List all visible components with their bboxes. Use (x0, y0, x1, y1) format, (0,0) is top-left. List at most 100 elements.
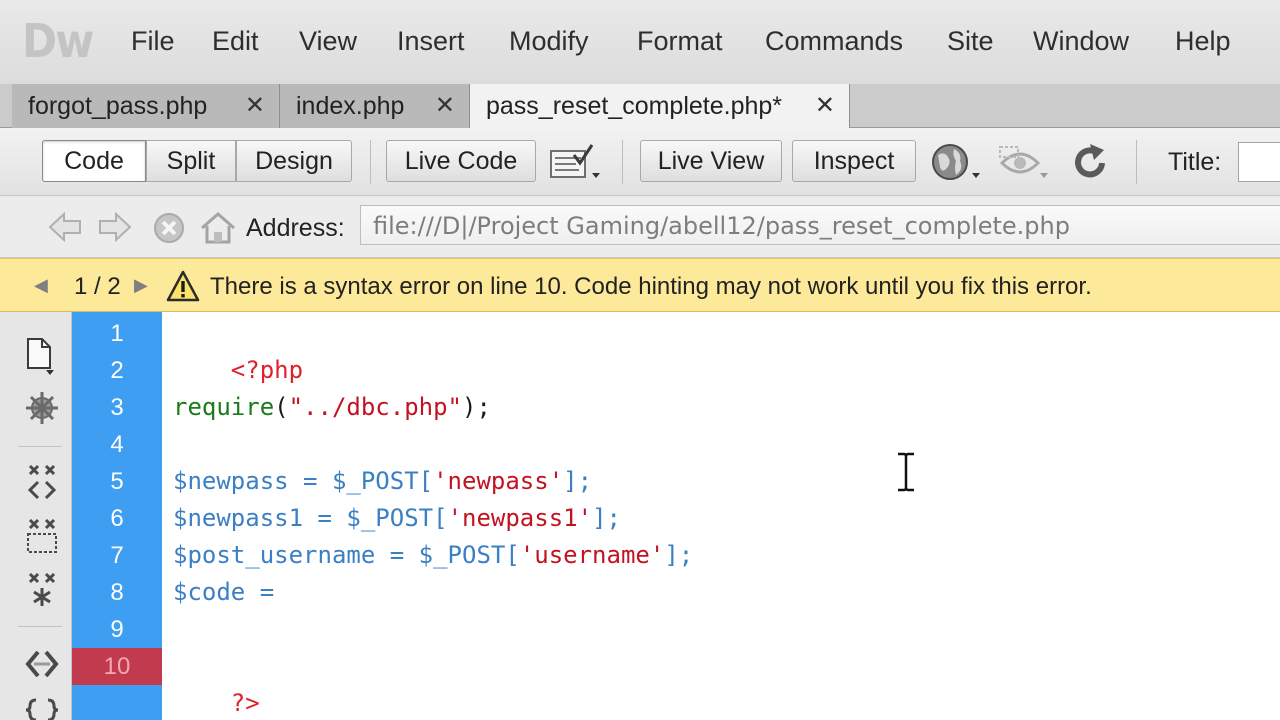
toolbar-divider (370, 140, 371, 184)
code-line-6[interactable]: $newpass1 = $_POST['newpass1']; (173, 500, 621, 537)
toolbar-divider (18, 626, 62, 627)
document-toolbar: Code Split Design Live Code Live View In… (0, 128, 1280, 196)
error-line-number[interactable]: 10 (72, 648, 162, 685)
document-tab-bar: forgot_pass.php ✕ index.php ✕ pass_reset… (0, 84, 1280, 128)
code-line-10[interactable]: ?> (173, 648, 260, 717)
warning-icon (166, 270, 200, 302)
stop-icon[interactable] (152, 212, 186, 244)
code-string: 'newpass1' (447, 504, 593, 532)
menu-file[interactable]: File (131, 26, 175, 57)
balance-braces-icon[interactable] (24, 646, 60, 682)
code-variable: $post_username (173, 541, 376, 569)
line-number[interactable]: 2 (72, 352, 162, 389)
tab-forgot-pass[interactable]: forgot_pass.php ✕ (12, 84, 280, 128)
tab-index[interactable]: index.php ✕ (280, 84, 470, 128)
code-line-8[interactable]: $code = (173, 574, 274, 611)
tab-label: index.php (296, 91, 405, 120)
code-line-3[interactable]: require("../dbc.php"); (173, 389, 491, 426)
inspect-button[interactable]: Inspect (792, 140, 916, 182)
menu-site[interactable]: Site (947, 26, 994, 57)
file-management-icon[interactable] (548, 143, 604, 183)
menu-edit[interactable]: Edit (212, 26, 259, 57)
line-number[interactable]: 6 (72, 500, 162, 537)
close-icon[interactable]: ✕ (245, 91, 265, 120)
line-number[interactable]: 4 (72, 426, 162, 463)
menu-bar: Dw File Edit View Insert Modify Format C… (0, 0, 1280, 84)
menu-insert[interactable]: Insert (397, 26, 465, 57)
error-count: 1 / 2 (74, 273, 121, 300)
line-number[interactable]: 3 (72, 389, 162, 426)
address-field[interactable]: file:///D|/Project Gaming/abell12/pass_r… (360, 205, 1280, 245)
code-line-5[interactable]: $newpass = $_POST['newpass']; (173, 463, 592, 500)
line-number[interactable]: 9 (72, 611, 162, 648)
code-operator: = (288, 467, 332, 495)
previous-error-button[interactable]: ◀ (34, 275, 48, 296)
php-close-tag: ?> (230, 689, 260, 717)
code-bracket: [ (433, 504, 448, 532)
code-bracket: ]; (664, 541, 694, 569)
tab-label: forgot_pass.php (28, 91, 208, 120)
home-icon[interactable] (200, 212, 236, 244)
code-bracket: [ (418, 467, 434, 495)
address-bar: Address: file:///D|/Project Gaming/abell… (0, 196, 1280, 258)
back-icon[interactable] (48, 212, 82, 242)
forward-icon[interactable] (98, 212, 132, 242)
menu-commands[interactable]: Commands (765, 26, 903, 57)
menu-modify[interactable]: Modify (509, 26, 589, 57)
collapse-full-tag-icon[interactable] (24, 390, 60, 426)
code-variable: $newpass (173, 467, 289, 495)
visual-aids-icon[interactable] (998, 143, 1054, 183)
code-line-1[interactable]: <?php (173, 315, 303, 384)
select-parent-tag-icon[interactable] (24, 570, 60, 610)
code-string: "../dbc.php" (288, 393, 462, 421)
toolbar-divider (622, 140, 623, 184)
code-variable: $_POST (346, 504, 434, 532)
coding-toolbar (0, 312, 72, 720)
expand-all-icon[interactable] (24, 516, 60, 556)
menu-view[interactable]: View (299, 26, 357, 57)
code-variable: $_POST (331, 467, 419, 495)
line-number[interactable]: 1 (72, 315, 162, 352)
tab-label: pass_reset_complete.php* (486, 91, 783, 120)
title-field[interactable] (1238, 142, 1280, 182)
apply-comment-icon[interactable] (24, 696, 60, 720)
toolbar-divider (18, 446, 62, 447)
code-punctuation: ( (274, 393, 289, 421)
code-line-7[interactable]: $post_username = $_POST['username']; (173, 537, 693, 574)
code-operator: = (303, 504, 347, 532)
code-variable: $code (173, 578, 246, 606)
preview-in-browser-icon[interactable] (930, 143, 984, 183)
live-code-button[interactable]: Live Code (386, 140, 536, 182)
code-punctuation: ); (462, 393, 491, 421)
code-bracket: [ (505, 541, 520, 569)
code-view-button[interactable]: Code (42, 140, 146, 182)
menu-help[interactable]: Help (1175, 26, 1231, 57)
close-icon[interactable]: ✕ (815, 91, 835, 120)
code-function: require (173, 393, 275, 421)
menu-window[interactable]: Window (1033, 26, 1129, 57)
menu-format[interactable]: Format (637, 26, 723, 57)
line-number-gutter: 1 2 3 4 5 6 7 8 9 10 (72, 312, 162, 720)
open-documents-icon[interactable] (24, 336, 58, 376)
line-number[interactable]: 5 (72, 463, 162, 500)
line-number[interactable]: 8 (72, 574, 162, 611)
text-cursor-icon (898, 452, 914, 492)
app-logo: Dw (22, 14, 94, 68)
toolbar-divider (1136, 140, 1137, 184)
code-editor[interactable]: <?php require("../dbc.php"); $newpass = … (162, 312, 1280, 720)
split-view-button[interactable]: Split (146, 140, 236, 182)
next-error-button[interactable]: ▶ (134, 275, 148, 296)
code-bracket: ]; (592, 504, 621, 532)
collapse-selection-icon[interactable] (24, 462, 60, 502)
code-variable: $_POST (418, 541, 506, 569)
refresh-icon[interactable] (1070, 143, 1110, 183)
close-icon[interactable]: ✕ (435, 91, 455, 120)
address-label: Address: (246, 214, 345, 242)
design-view-button[interactable]: Design (236, 140, 352, 182)
code-string: 'newpass' (433, 467, 564, 495)
code-operator: = (245, 578, 275, 606)
line-number[interactable]: 7 (72, 537, 162, 574)
live-view-button[interactable]: Live View (640, 140, 782, 182)
tab-pass-reset-complete[interactable]: pass_reset_complete.php* ✕ (470, 84, 850, 128)
syntax-error-message: There is a syntax error on line 10. Code… (210, 273, 1092, 300)
